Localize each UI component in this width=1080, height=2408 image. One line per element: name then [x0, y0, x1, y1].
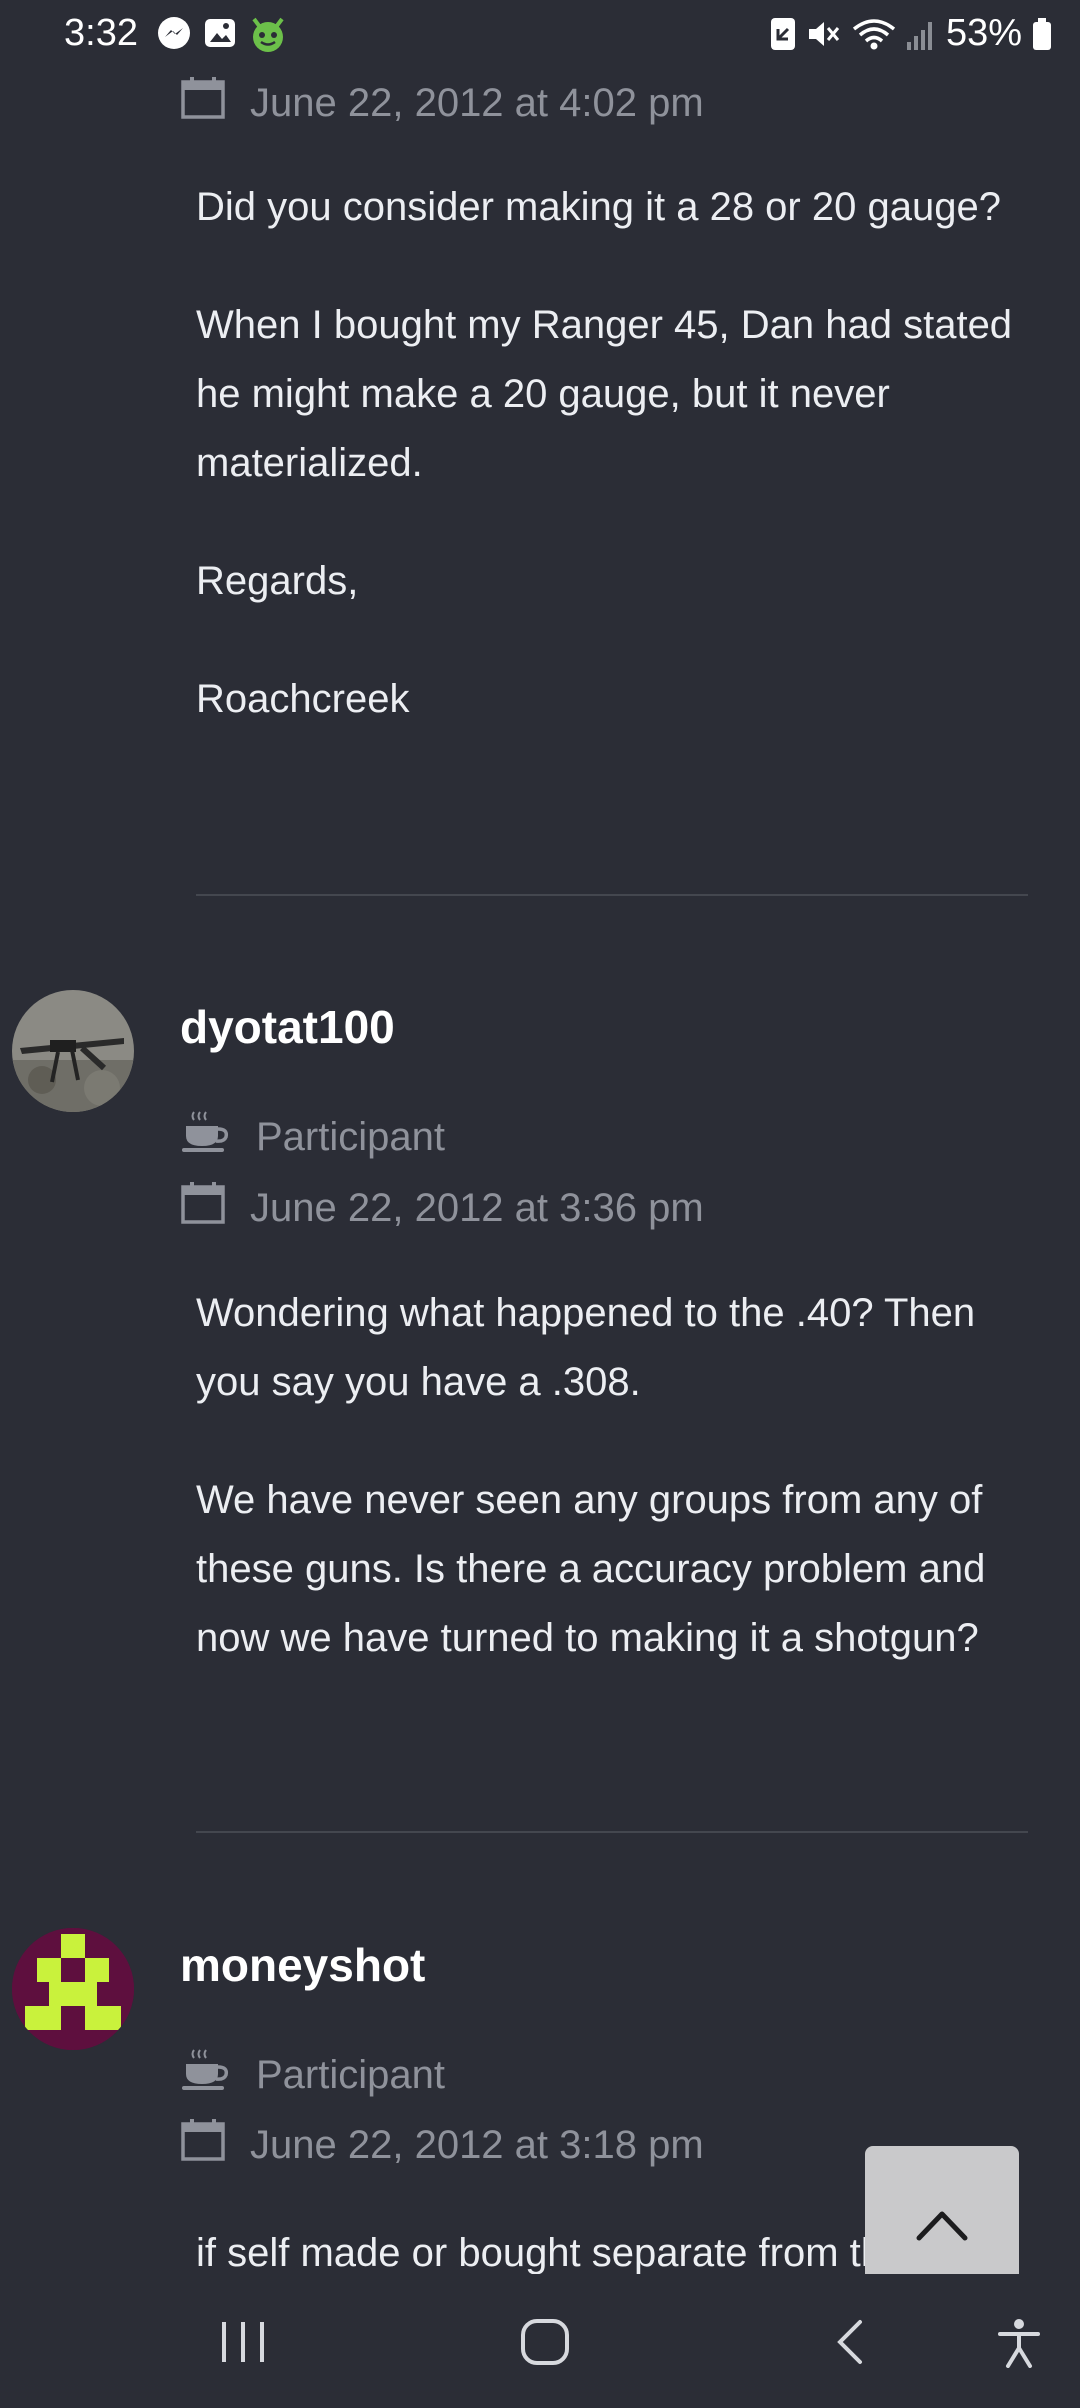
calendar-icon [180, 2118, 250, 2172]
accessibility-icon[interactable] [996, 2318, 1042, 2373]
post-divider [196, 894, 1028, 896]
messenger-icon [156, 15, 192, 53]
post-divider [196, 1831, 1028, 1833]
post-date: June 22, 2012 at 3:18 pm [250, 2122, 704, 2167]
post-paragraph: Wondering what happened to the .40? Then… [196, 1291, 976, 1404]
signal-icon [906, 18, 936, 50]
post-paragraph: Did you consider making it a 28 or 20 ga… [196, 185, 1001, 229]
android-devil-icon [248, 15, 288, 53]
avatar[interactable] [12, 990, 134, 1112]
author-name[interactable]: moneyshot [180, 1938, 425, 1992]
scroll-to-top-button[interactable] [865, 2146, 1019, 2286]
recents-icon[interactable] [220, 2318, 266, 2371]
back-icon[interactable] [832, 2318, 866, 2371]
status-time: 3:32 [64, 12, 138, 54]
navigation-bar [0, 2274, 1080, 2408]
post-date-row: June 22, 2012 at 3:18 pm [180, 2118, 704, 2172]
post-date-row: June 22, 2012 at 4:02 pm [180, 76, 704, 130]
author-role-row: Participant [180, 1110, 445, 1164]
post-paragraph: Roachcreek [196, 677, 410, 721]
author-role: Participant [256, 2052, 445, 2097]
forum-thread: June 22, 2012 at 4:02 pm Did you conside… [0, 66, 1080, 2274]
coffee-cup-icon [180, 1110, 256, 1164]
post-body: Wondering what happened to the .40? Then… [196, 1279, 1036, 1722]
battery-icon [1032, 17, 1052, 51]
system-status: 53% [770, 12, 1052, 55]
battery-percent: 53% [945, 12, 1022, 54]
post-paragraph: When I bought my Ranger 45, Dan had stat… [196, 303, 1013, 485]
author-role: Participant [256, 1114, 445, 1159]
author-role-row: Participant [180, 2048, 445, 2102]
wifi-icon [852, 17, 896, 51]
post-paragraph: We have never seen any groups from any o… [196, 1478, 986, 1660]
post-date: June 22, 2012 at 3:36 pm [250, 1185, 704, 1230]
post-body: Did you consider making it a 28 or 20 ga… [196, 173, 1036, 783]
gallery-icon [202, 15, 238, 53]
post-date-row: June 22, 2012 at 3:36 pm [180, 1181, 704, 1235]
calendar-icon [180, 76, 250, 130]
author-name[interactable]: dyotat100 [180, 1000, 395, 1054]
coffee-cup-icon [180, 2048, 256, 2102]
avatar[interactable] [12, 1928, 134, 2050]
calendar-icon [180, 1181, 250, 1235]
mute-icon [806, 17, 842, 51]
status-bar: 3:32 53% [0, 0, 1080, 66]
nfc-icon [770, 17, 796, 51]
notification-icons [156, 15, 288, 53]
post-date: June 22, 2012 at 4:02 pm [250, 80, 704, 125]
post-paragraph: Regards, [196, 559, 359, 603]
home-icon[interactable] [520, 2318, 570, 2371]
